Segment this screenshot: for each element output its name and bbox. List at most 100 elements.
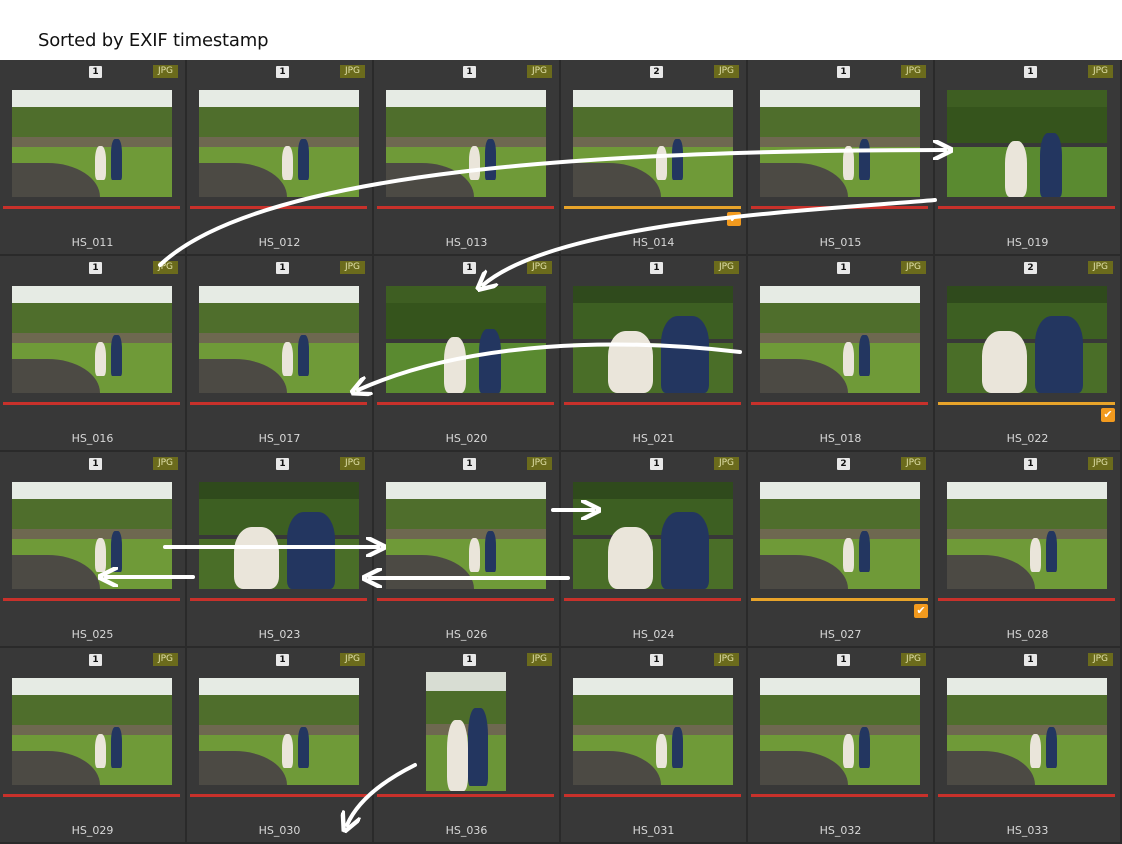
thumbnail-cell[interactable]: 1 JPG HS_011 [0, 60, 187, 256]
color-label-bar [3, 598, 180, 601]
thumbnail-cell[interactable]: 1 JPG HS_028 [935, 452, 1122, 648]
stack-count-badge: 1 [463, 262, 476, 274]
thumbnail-cell[interactable]: 1 JPG HS_032 [748, 648, 935, 844]
filename-label: HS_022 [1006, 432, 1049, 445]
color-label-bar [938, 794, 1115, 797]
file-type-badge: JPG [1088, 261, 1113, 274]
photo-thumbnail[interactable] [199, 286, 359, 393]
thumbnail-cell[interactable]: 1 JPG HS_021 [561, 256, 748, 452]
photo-thumbnail[interactable] [386, 286, 546, 393]
stack-count-badge: 1 [650, 654, 663, 666]
checkmark-icon[interactable]: ✔ [1101, 408, 1115, 422]
photo-thumbnail[interactable] [947, 90, 1107, 197]
file-type-badge: JPG [527, 65, 552, 78]
file-type-badge: JPG [340, 65, 365, 78]
thumbnail-cell[interactable]: 1 JPG HS_023 [187, 452, 374, 648]
thumbnail-cell[interactable]: 1 JPG HS_033 [935, 648, 1122, 844]
file-type-badge: JPG [714, 457, 739, 470]
thumbnail-cell[interactable]: 1 JPG HS_030 [187, 648, 374, 844]
photo-thumbnail[interactable] [947, 678, 1107, 785]
filename-label: HS_013 [445, 236, 488, 249]
filename-label: HS_019 [1006, 236, 1049, 249]
color-label-bar [564, 402, 741, 405]
filename-label: HS_028 [1006, 628, 1049, 641]
color-label-bar [377, 206, 554, 209]
photo-thumbnail[interactable] [947, 482, 1107, 589]
stack-count-badge: 1 [1024, 66, 1037, 78]
filename-label: HS_026 [445, 628, 488, 641]
thumbnail-cell[interactable]: 1 JPG HS_036 [374, 648, 561, 844]
photo-thumbnail[interactable] [760, 90, 920, 197]
checkmark-icon[interactable]: ✔ [914, 604, 928, 618]
file-type-badge: JPG [153, 653, 178, 666]
file-type-badge: JPG [714, 261, 739, 274]
photo-thumbnail[interactable] [760, 678, 920, 785]
photo-thumbnail[interactable] [12, 678, 172, 785]
photo-thumbnail[interactable] [573, 482, 733, 589]
photo-thumbnail[interactable] [426, 672, 506, 791]
photo-thumbnail[interactable] [760, 286, 920, 393]
thumbnail-cell[interactable]: 1 JPG HS_018 [748, 256, 935, 452]
thumbnail-cell[interactable]: 1 JPG HS_025 [0, 452, 187, 648]
file-type-badge: JPG [153, 457, 178, 470]
stack-count-badge: 1 [463, 66, 476, 78]
header: Sorted by EXIF timestamp [0, 0, 1122, 60]
file-type-badge: JPG [1088, 457, 1113, 470]
thumbnail-cell[interactable]: 1 JPG HS_013 [374, 60, 561, 256]
thumbnail-cell[interactable]: 2 JPG ✔ HS_014 [561, 60, 748, 256]
color-label-bar [751, 206, 928, 209]
color-label-bar [3, 794, 180, 797]
photo-thumbnail[interactable] [573, 678, 733, 785]
photo-thumbnail[interactable] [12, 286, 172, 393]
thumbnail-cell[interactable]: 2 JPG ✔ HS_022 [935, 256, 1122, 452]
thumbnail-cell[interactable]: 1 JPG HS_016 [0, 256, 187, 452]
color-label-bar [564, 206, 741, 209]
stack-count-badge: 1 [276, 654, 289, 666]
thumbnail-cell[interactable]: 1 JPG HS_020 [374, 256, 561, 452]
photo-thumbnail[interactable] [386, 482, 546, 589]
photo-thumbnail[interactable] [573, 286, 733, 393]
file-type-badge: JPG [1088, 653, 1113, 666]
color-label-bar [377, 402, 554, 405]
photo-thumbnail[interactable] [947, 286, 1107, 393]
thumbnail-cell[interactable]: 1 JPG HS_026 [374, 452, 561, 648]
thumbnail-cell[interactable]: 1 JPG HS_012 [187, 60, 374, 256]
stack-count-badge: 1 [89, 458, 102, 470]
file-type-badge: JPG [1088, 65, 1113, 78]
thumbnail-cell[interactable]: 1 JPG HS_015 [748, 60, 935, 256]
filename-label: HS_016 [71, 432, 114, 445]
thumbnail-cell[interactable]: 1 JPG HS_031 [561, 648, 748, 844]
filename-label: HS_012 [258, 236, 301, 249]
stack-count-badge: 2 [1024, 262, 1037, 274]
thumbnail-grid: 1 JPG HS_011 1 JPG HS_012 1 JPG HS_013 2 JPG ✔ HS_01… [0, 60, 1122, 844]
photo-thumbnail[interactable] [199, 90, 359, 197]
thumbnail-cell[interactable]: 1 JPG HS_024 [561, 452, 748, 648]
thumbnail-cell[interactable]: 1 JPG HS_019 [935, 60, 1122, 256]
thumbnail-cell[interactable]: 1 JPG HS_029 [0, 648, 187, 844]
page-title: Sorted by EXIF timestamp [38, 30, 269, 51]
photo-thumbnail[interactable] [760, 482, 920, 589]
file-type-badge: JPG [527, 261, 552, 274]
photo-thumbnail[interactable] [386, 90, 546, 197]
checkmark-icon[interactable]: ✔ [727, 212, 741, 226]
filename-label: HS_030 [258, 824, 301, 837]
photo-thumbnail[interactable] [199, 678, 359, 785]
photo-thumbnail[interactable] [12, 90, 172, 197]
stack-count-badge: 1 [89, 262, 102, 274]
color-label-bar [938, 402, 1115, 405]
thumbnail-cell[interactable]: 2 JPG ✔ HS_027 [748, 452, 935, 648]
filename-label: HS_025 [71, 628, 114, 641]
stack-count-badge: 1 [650, 458, 663, 470]
photo-thumbnail[interactable] [573, 90, 733, 197]
file-type-badge: JPG [340, 457, 365, 470]
stack-count-badge: 1 [276, 458, 289, 470]
color-label-bar [751, 598, 928, 601]
stack-count-badge: 1 [89, 66, 102, 78]
thumbnail-cell[interactable]: 1 JPG HS_017 [187, 256, 374, 452]
stack-count-badge: 2 [650, 66, 663, 78]
photo-thumbnail[interactable] [12, 482, 172, 589]
filename-label: HS_024 [632, 628, 675, 641]
stack-count-badge: 1 [463, 654, 476, 666]
photo-thumbnail[interactable] [199, 482, 359, 589]
color-label-bar [190, 402, 367, 405]
